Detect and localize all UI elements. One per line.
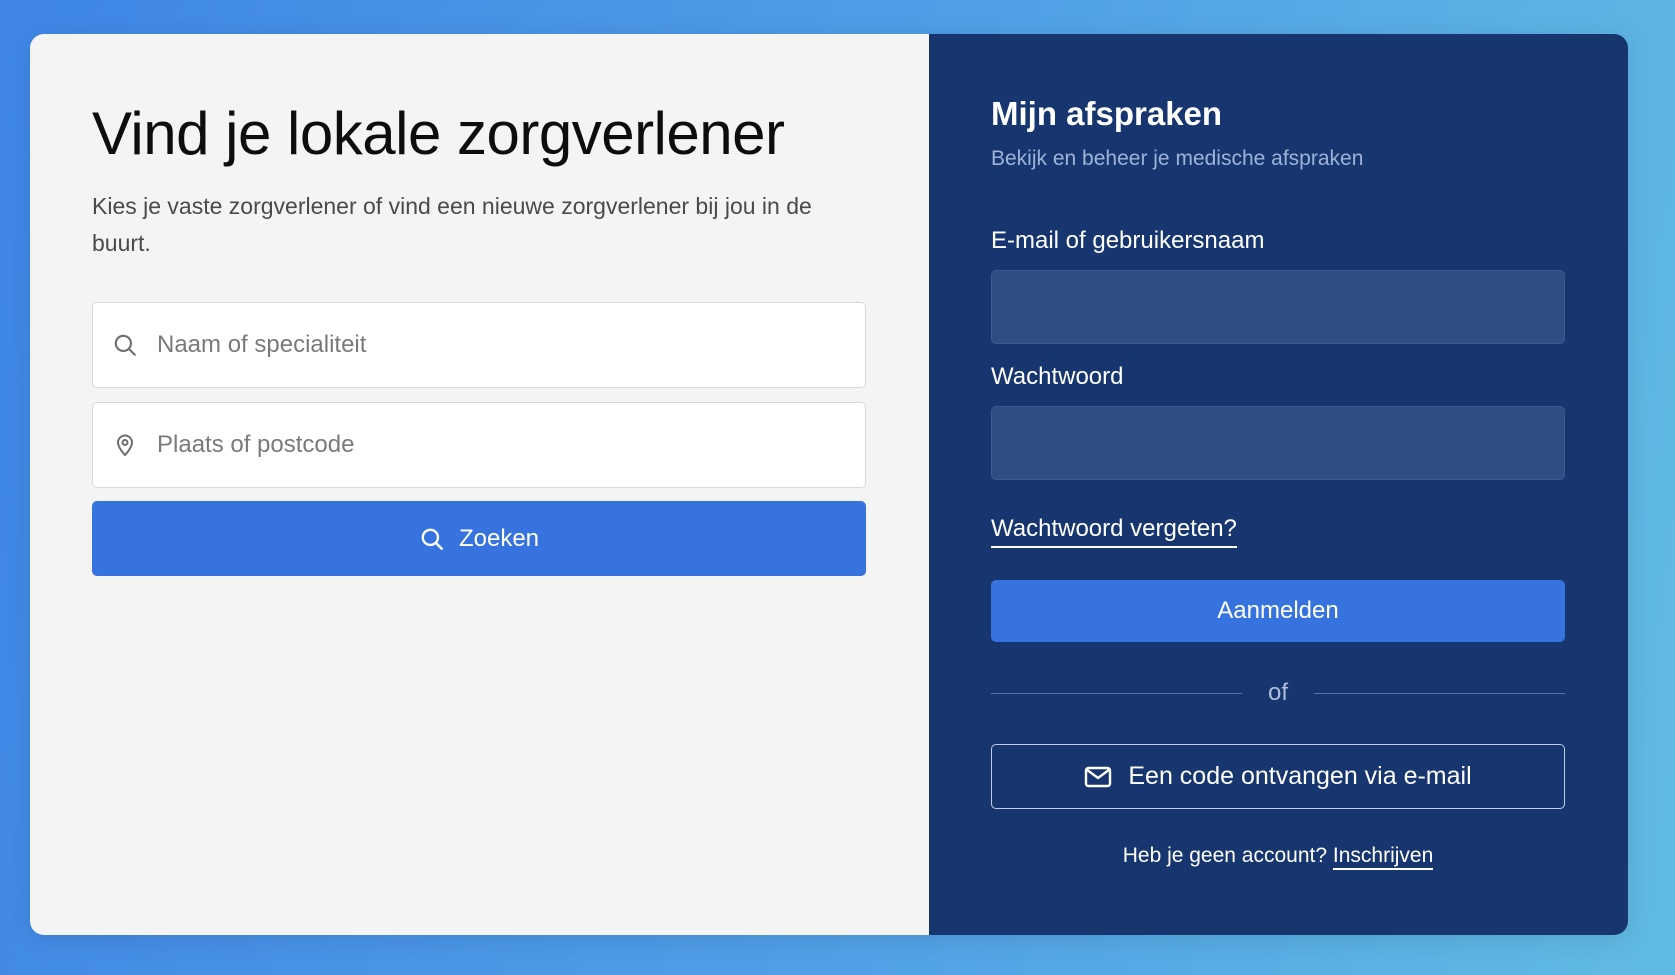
password-label: Wachtwoord [991,363,1124,390]
name-specialty-input[interactable] [155,314,809,376]
signup-row: Heb je geen account? Inschrijven [991,841,1565,871]
email-code-button[interactable]: Een code ontvangen via e-mail [991,744,1565,809]
provider-search-panel: Vind je lokale zorgverlener Kies je vast… [30,34,929,935]
search-button-label: Zoeken [458,524,540,552]
login-button[interactable]: Aanmelden [991,580,1565,642]
main-card: Vind je lokale zorgverlener Kies je vast… [30,34,1628,935]
search-icon [419,525,447,553]
envelope-icon [1084,765,1114,789]
appointments-login-panel: Mijn afspraken Bekijk en beheer je medis… [929,34,1628,935]
search-icon [111,331,139,359]
search-button[interactable]: Zoeken [92,501,866,576]
divider-line-left [991,692,1242,694]
forgot-password-link[interactable]: Wachtwoord vergeten? [991,514,1237,548]
email-field[interactable] [991,270,1565,344]
map-pin-icon [111,431,139,459]
login-title: Mijn afspraken [991,95,1223,132]
divider-line-right [1314,692,1566,694]
name-specialty-field[interactable] [92,302,866,388]
signup-link[interactable]: Inschrijven [1332,844,1434,870]
signup-prompt: Heb je geen account? [1122,844,1328,867]
page-subtitle: Kies je vaste zorgverlener of vind een n… [92,193,812,256]
page-title: Vind je lokale zorgverlener [92,100,785,167]
location-field[interactable] [92,402,866,488]
password-field[interactable] [991,406,1565,480]
login-subtitle: Bekijk en beheer je medische afspraken [991,147,1364,170]
location-input[interactable] [155,414,809,476]
email-label: E-mail of gebruikersnaam [991,227,1265,254]
password-input[interactable] [992,407,1564,479]
divider-text: of [1268,679,1289,706]
email-code-button-label: Een code ontvangen via e-mail [1128,762,1472,790]
email-input[interactable] [992,271,1564,343]
or-divider: of [991,678,1566,708]
